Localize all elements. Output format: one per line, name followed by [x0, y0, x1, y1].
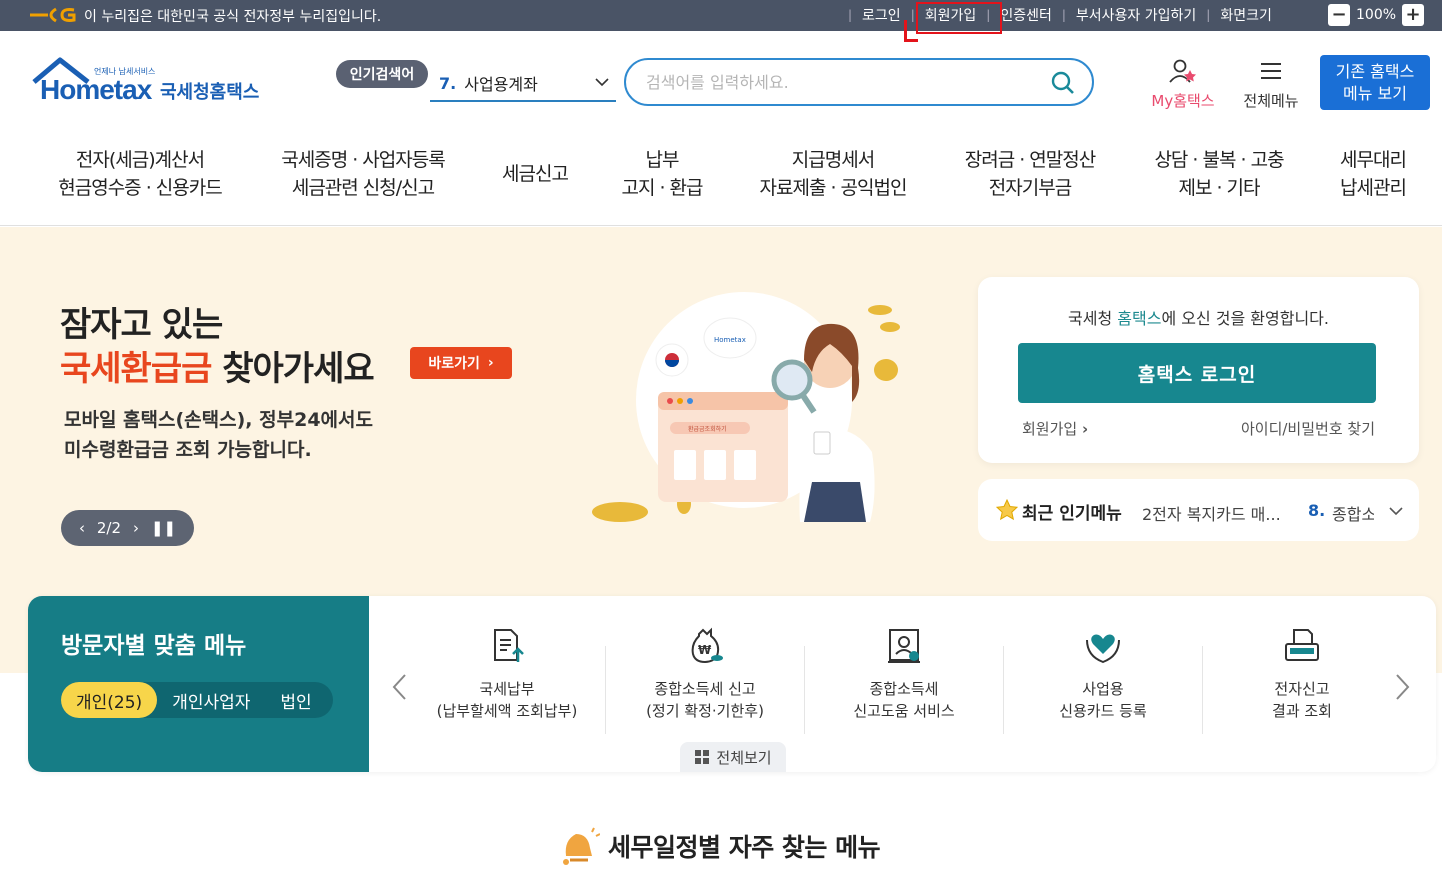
- old-menu-line1: 기존 홈택스: [1335, 62, 1415, 81]
- dept-user-signup-link[interactable]: 부서사용자 가입하기: [1076, 5, 1196, 25]
- visitor-menu-title: 방문자별 맞춤 메뉴: [61, 633, 247, 659]
- zoom-in-button[interactable]: +: [1402, 4, 1425, 26]
- all-menu-label: 전체메뉴: [1243, 92, 1299, 110]
- quick-menu-business-card-register[interactable]: 사업용 신용카드 등록: [1004, 626, 1202, 722]
- user-star-icon: [1169, 59, 1196, 83]
- main-nav: 전자(세금)계산서 현금영수증 · 신용카드 국세증명 · 사업자등록 세금관련 신…: [0, 128, 1442, 226]
- schedule-section-header: 세무일정별 자주 찾는 메뉴: [556, 826, 881, 866]
- illus-window-text: 환급금조회하기: [688, 425, 727, 433]
- visitor-menu-header: 방문자별 맞춤 메뉴 개인(25) 개인사업자 법인: [28, 596, 369, 772]
- recent-menu-item[interactable]: 2전자 복지카드 매...: [1142, 501, 1281, 525]
- quick-menu-income-tax-return[interactable]: ₩ 종합소득세 신고 (정기 확정·기한후): [606, 626, 804, 722]
- logo-korean: 국세청홈택스: [160, 82, 260, 103]
- all-menu-button[interactable]: 전체메뉴: [1238, 58, 1304, 111]
- carousel-pager: ‹ 2/2 › ❚❚: [61, 510, 194, 546]
- hero-desc-line1: 모바일 홈택스(손택스), 정부24에서도: [64, 409, 373, 431]
- hero-title-line2: 국세환급금 찾아가세요: [60, 349, 375, 389]
- document-upload-icon: [494, 629, 524, 662]
- star-icon: [996, 499, 1018, 521]
- nav-tax-certificate[interactable]: 국세증명 · 사업자등록 세금관련 신청/신고: [270, 146, 456, 202]
- hero-goto-button[interactable]: 바로가기 ›: [410, 347, 512, 379]
- chevron-left-icon[interactable]: [390, 672, 408, 702]
- bell-icon: [563, 827, 600, 865]
- recent-menu-rank: 8.: [1308, 501, 1326, 520]
- gov-notice-text: 이 누리집은 대한민국 공식 전자정부 누리집입니다.: [84, 9, 382, 25]
- screen-size-label: 화면크기: [1220, 8, 1272, 24]
- heart-hands-icon: [1086, 634, 1120, 664]
- visitor-type-tabs: 개인(25) 개인사업자 법인: [61, 682, 333, 718]
- tab-individual[interactable]: 개인(25): [61, 682, 158, 718]
- recent-menu-label: 최근 인기메뉴: [1022, 504, 1122, 524]
- nav-tax-agent[interactable]: 세무대리 납세관리: [1330, 146, 1416, 202]
- zoom-level: 100%: [1356, 7, 1397, 23]
- tab-sole-proprietor[interactable]: 개인사업자: [157, 688, 265, 713]
- hometax-logo[interactable]: 언제나 납세서비스 Hometax 국세청홈택스: [30, 56, 270, 106]
- hometax-login-button[interactable]: 홈택스 로그인: [1018, 343, 1376, 403]
- popular-term: 사업용계좌: [464, 75, 538, 94]
- join-link[interactable]: 회원가입 ›: [1022, 418, 1088, 439]
- popular-rank: 7.: [439, 73, 457, 93]
- money-bag-icon: ₩: [691, 627, 723, 664]
- chevron-right-icon: ›: [487, 355, 494, 371]
- highlight-annotation-tick: [904, 20, 918, 42]
- nav-consult[interactable]: 상담 · 불복 · 고충 제보 · 기타: [1140, 146, 1298, 202]
- old-menu-line2: 메뉴 보기: [1343, 84, 1407, 103]
- quick-menu-tax-payment[interactable]: 국세납부 (납부할세액 조회납부): [408, 626, 606, 722]
- illus-bubble-text: Hometax: [714, 336, 746, 344]
- nav-incentive-yearend[interactable]: 장려금 · 연말정산 전자기부금: [955, 146, 1105, 202]
- recent-menu-item[interactable]: 종합소득세: [1332, 501, 1374, 525]
- search-box: [624, 58, 1094, 106]
- popular-search-dropdown[interactable]: 7. 사업용계좌: [430, 66, 616, 102]
- egov-logo-icon: [30, 7, 76, 23]
- zoom-out-button[interactable]: −: [1328, 4, 1350, 26]
- nav-payment-statement[interactable]: 지급명세서 자료제출 · 공익법인: [750, 146, 916, 202]
- my-hometax-button[interactable]: My홈택스: [1144, 58, 1222, 111]
- find-id-password-link[interactable]: 아이디/비밀번호 찾기: [1241, 418, 1375, 439]
- carousel-next-icon[interactable]: ›: [133, 519, 139, 537]
- hero-title-line1: 잠자고 있는: [60, 305, 223, 345]
- tab-corporation[interactable]: 법인: [265, 688, 326, 713]
- visitor-menu: 방문자별 맞춤 메뉴 개인(25) 개인사업자 법인 국세납부 (납부할세액 조…: [28, 596, 1436, 772]
- my-hometax-label: My홈택스: [1151, 92, 1215, 110]
- hero-desc-line2: 미수령환급금 조회 가능합니다.: [64, 439, 312, 461]
- grid-icon: [695, 750, 710, 764]
- logo-brand: Hometax: [40, 74, 152, 105]
- login-card: 국세청 홈택스에 오신 것을 환영합니다. 홈택스 로그인 회원가입 › 아이디…: [978, 277, 1419, 463]
- schedule-section-title: 세무일정별 자주 찾는 메뉴: [608, 833, 881, 862]
- chevron-right-icon[interactable]: [1394, 672, 1412, 702]
- nav-tax-return[interactable]: 세금신고: [490, 160, 580, 188]
- old-menu-button[interactable]: 기존 홈택스 메뉴 보기: [1320, 55, 1430, 110]
- zoom-control: − 100% +: [1328, 4, 1425, 26]
- search-icon[interactable]: [1050, 70, 1076, 96]
- cert-center-link[interactable]: 인증센터: [1000, 5, 1052, 25]
- recent-popular-menu[interactable]: 최근 인기메뉴 2전자 복지카드 매... 8. 종합소득세: [978, 479, 1419, 541]
- popular-search-badge: 인기검색어: [336, 60, 428, 88]
- carousel-prev-icon[interactable]: ‹: [79, 519, 85, 537]
- gov-banner: 이 누리집은 대한민국 공식 전자정부 누리집입니다. | 로그인 | 회원가입…: [0, 0, 1442, 31]
- login-link[interactable]: 로그인: [862, 5, 901, 25]
- svg-text:₩: ₩: [698, 643, 712, 657]
- view-all-button[interactable]: 전체보기: [680, 742, 786, 772]
- chevron-down-icon[interactable]: [1388, 503, 1404, 519]
- printer-document-icon: [1285, 629, 1319, 661]
- search-input[interactable]: [646, 70, 1046, 94]
- carousel-index: 2/2: [96, 519, 122, 537]
- nav-e-invoice[interactable]: 전자(세금)계산서 현금영수증 · 신용카드: [50, 146, 230, 202]
- quick-menu-e-filing-result[interactable]: 전자신고 결과 조회: [1203, 626, 1401, 722]
- chevron-right-icon: ›: [1081, 420, 1089, 438]
- clipboard-user-icon: [888, 629, 920, 663]
- highlight-annotation: [916, 2, 1002, 34]
- refund-search-illustration: 환급금조회하기 Hometax: [592, 292, 900, 522]
- nav-payment[interactable]: 납부 고지 · 환급: [610, 146, 714, 202]
- hamburger-icon: [1261, 63, 1281, 79]
- chevron-down-icon: [595, 78, 609, 87]
- welcome-text: 국세청 홈택스에 오신 것을 환영합니다.: [1068, 309, 1329, 328]
- carousel-pause-icon[interactable]: ❚❚: [151, 519, 176, 537]
- quick-menu-income-tax-help[interactable]: 종합소득세 신고도움 서비스: [805, 626, 1003, 722]
